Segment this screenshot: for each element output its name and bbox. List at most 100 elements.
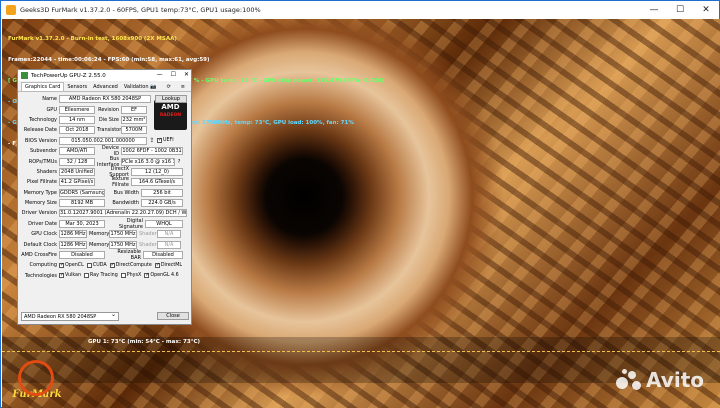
share-icon[interactable]: ⇪ <box>147 137 157 144</box>
gpu-select-dropdown[interactable]: AMD Radeon RX 580 2048SP <box>21 311 119 321</box>
minimize-button[interactable]: — <box>641 1 667 19</box>
osd-line-title: FurMark v1.37.2.0 - Burn-in test, 1608x9… <box>8 36 177 42</box>
close-window-button[interactable]: ✕ <box>693 1 719 19</box>
help-icon[interactable]: ? <box>175 159 183 165</box>
gpuz-footer: AMD Radeon RX 580 2048SP Close <box>21 311 189 321</box>
avito-watermark: Avito <box>616 368 704 392</box>
technologies-label: Technologies <box>24 272 57 279</box>
name-label: Name <box>42 96 57 103</box>
memory-clock-field: 1750 MHz <box>109 230 137 239</box>
bus-width-label: Bus Width <box>113 189 139 196</box>
subvendor-field: AMD/ATI <box>59 147 95 156</box>
bandwidth-label: Bandwidth <box>112 200 139 207</box>
lookup-button[interactable]: Lookup <box>155 95 187 104</box>
furmark-logo-ring <box>18 360 54 396</box>
uefi-label: UEFI <box>163 138 174 144</box>
furmark-window: Geeks3D FurMark v1.37.2.0 - 60FPS, GPU1 … <box>0 0 720 408</box>
bandwidth-field: 224.0 GB/s <box>141 199 183 208</box>
resizable-bar-field: Disabled <box>143 251 183 260</box>
release-date-label: Release Date <box>23 127 57 134</box>
avito-dots-icon <box>616 369 642 391</box>
technology-field: 14 nm <box>59 115 95 124</box>
furmark-logo: FurMark <box>8 360 66 400</box>
gpuz-info-panel: Name AMD Radeon RX 580 2048SP Lookup GPU… <box>21 94 189 281</box>
cuda-label: CUDA <box>92 262 107 268</box>
gpu-label: GPU <box>46 106 57 113</box>
gpuz-minimize-button[interactable]: — <box>157 71 163 78</box>
default-memory-field: 1750 MHz <box>109 240 137 249</box>
window-title: Geeks3D FurMark v1.37.2.0 - 60FPS, GPU1 … <box>20 6 261 14</box>
gpu-field: Ellesmere <box>59 105 95 114</box>
refresh-icon[interactable]: ⟳ <box>164 83 174 91</box>
default-clock-field: 1286 MHz <box>59 240 87 249</box>
opencl-label: OpenCL <box>65 262 84 268</box>
avito-text: Avito <box>646 368 704 392</box>
camera-icon[interactable]: 📷 <box>147 83 159 91</box>
gpuz-close-button[interactable]: ✕ <box>184 71 189 78</box>
default-shader-label: Shader <box>139 241 157 248</box>
gpu-clock-label: GPU Clock <box>31 231 57 238</box>
revision-label: Revision <box>98 106 119 113</box>
resizable-bar-label: Resizable BAR <box>117 249 141 262</box>
bios-version-field: 015.050.002.001.000000 <box>59 136 147 145</box>
tab-advanced[interactable]: Advanced <box>90 83 121 91</box>
directml-label: DirectML <box>160 262 183 268</box>
memory-clock-label: Memory <box>89 231 110 238</box>
default-memory-label: Memory <box>89 241 110 248</box>
digital-signature-label: Digital Signature <box>118 217 143 230</box>
gpuz-tabs: Graphics Card Sensors Advanced Validatio… <box>18 81 191 92</box>
technology-label: Technology <box>28 116 57 123</box>
bus-width-field: 256 bit <box>141 188 183 197</box>
default-shader-field: N/A <box>157 240 181 249</box>
tab-sensors[interactable]: Sensors <box>64 83 90 91</box>
furmark-app-icon <box>6 5 16 15</box>
directcompute-checkbox: DirectCompute <box>109 262 152 268</box>
computing-label: Computing <box>29 262 57 269</box>
menu-icon[interactable]: ≡ <box>178 83 188 91</box>
driver-date-field: Mar 30, 2023 <box>59 219 105 228</box>
ray-tracing-checkbox: Ray Tracing <box>84 273 118 279</box>
subvendor-label: Subvendor <box>29 148 57 155</box>
directml-checkbox: DirectML <box>154 262 183 268</box>
memory-type-label: Memory Type <box>23 189 57 196</box>
crossfire-label: AMD CrossFire <box>21 252 57 259</box>
memory-type-field: GDDR5 (Samsung) <box>59 188 105 197</box>
tab-graphics-card[interactable]: Graphics Card <box>21 82 65 91</box>
default-clock-label: Default Clock <box>23 241 57 248</box>
shaders-label: Shaders <box>36 168 57 175</box>
ray-tracing-label: Ray Tracing <box>90 273 118 279</box>
shader-clock-field: N/A <box>157 230 181 239</box>
vulkan-label: Vulkan <box>65 273 82 279</box>
gpuz-app-icon <box>21 72 28 79</box>
opengl-label: OpenGL 4.6 <box>150 273 179 279</box>
gpuz-maximize-button[interactable]: ☐ <box>171 71 176 78</box>
die-size-field: 232 mm² <box>121 115 147 124</box>
temperature-graph-label: GPU 1: 73°C (min: 54°C - max: 73°C) <box>88 339 200 345</box>
rops-label: ROPs/TMUs <box>28 158 57 165</box>
gpuz-title: TechPowerUp GPU-Z 2.55.0 <box>31 72 106 79</box>
opengl-checkbox: OpenGL 4.6 <box>144 272 179 279</box>
bus-interface-field: PCIe x16 3.0 @ x16 3.0 <box>121 157 175 166</box>
crossfire-field: Disabled <box>59 251 105 260</box>
rops-field: 32 / 128 <box>59 157 95 166</box>
uefi-checkbox: UEFI <box>157 137 174 144</box>
die-size-label: Die Size <box>98 116 119 123</box>
texture-fillrate-label: Texture Fillrate <box>110 176 129 189</box>
driver-date-label: Driver Date <box>28 220 57 227</box>
cuda-checkbox: CUDA <box>86 262 107 268</box>
name-field: AMD Radeon RX 580 2048SP <box>59 95 151 104</box>
maximize-button[interactable]: ☐ <box>667 1 693 19</box>
gpuz-window: TechPowerUp GPU-Z 2.55.0 — ☐ ✕ Graphics … <box>17 69 192 325</box>
shader-clock-label: Shader <box>139 231 157 238</box>
directcompute-label: DirectCompute <box>115 262 152 268</box>
memory-size-field: 8192 MB <box>59 199 105 208</box>
digital-signature-field: WHQL <box>145 219 183 228</box>
driver-version-label: Driver Version <box>21 210 57 217</box>
physx-label: PhysX <box>126 273 142 279</box>
vulkan-checkbox: Vulkan <box>59 272 82 279</box>
gpu-clock-field: 1286 MHz <box>59 230 87 239</box>
close-button[interactable]: Close <box>157 312 189 320</box>
memory-size-label: Memory Size <box>24 200 57 207</box>
gpuz-title-bar: TechPowerUp GPU-Z 2.55.0 — ☐ ✕ <box>18 70 191 81</box>
pixel-fillrate-field: 41.2 GPixel/s <box>59 178 95 187</box>
